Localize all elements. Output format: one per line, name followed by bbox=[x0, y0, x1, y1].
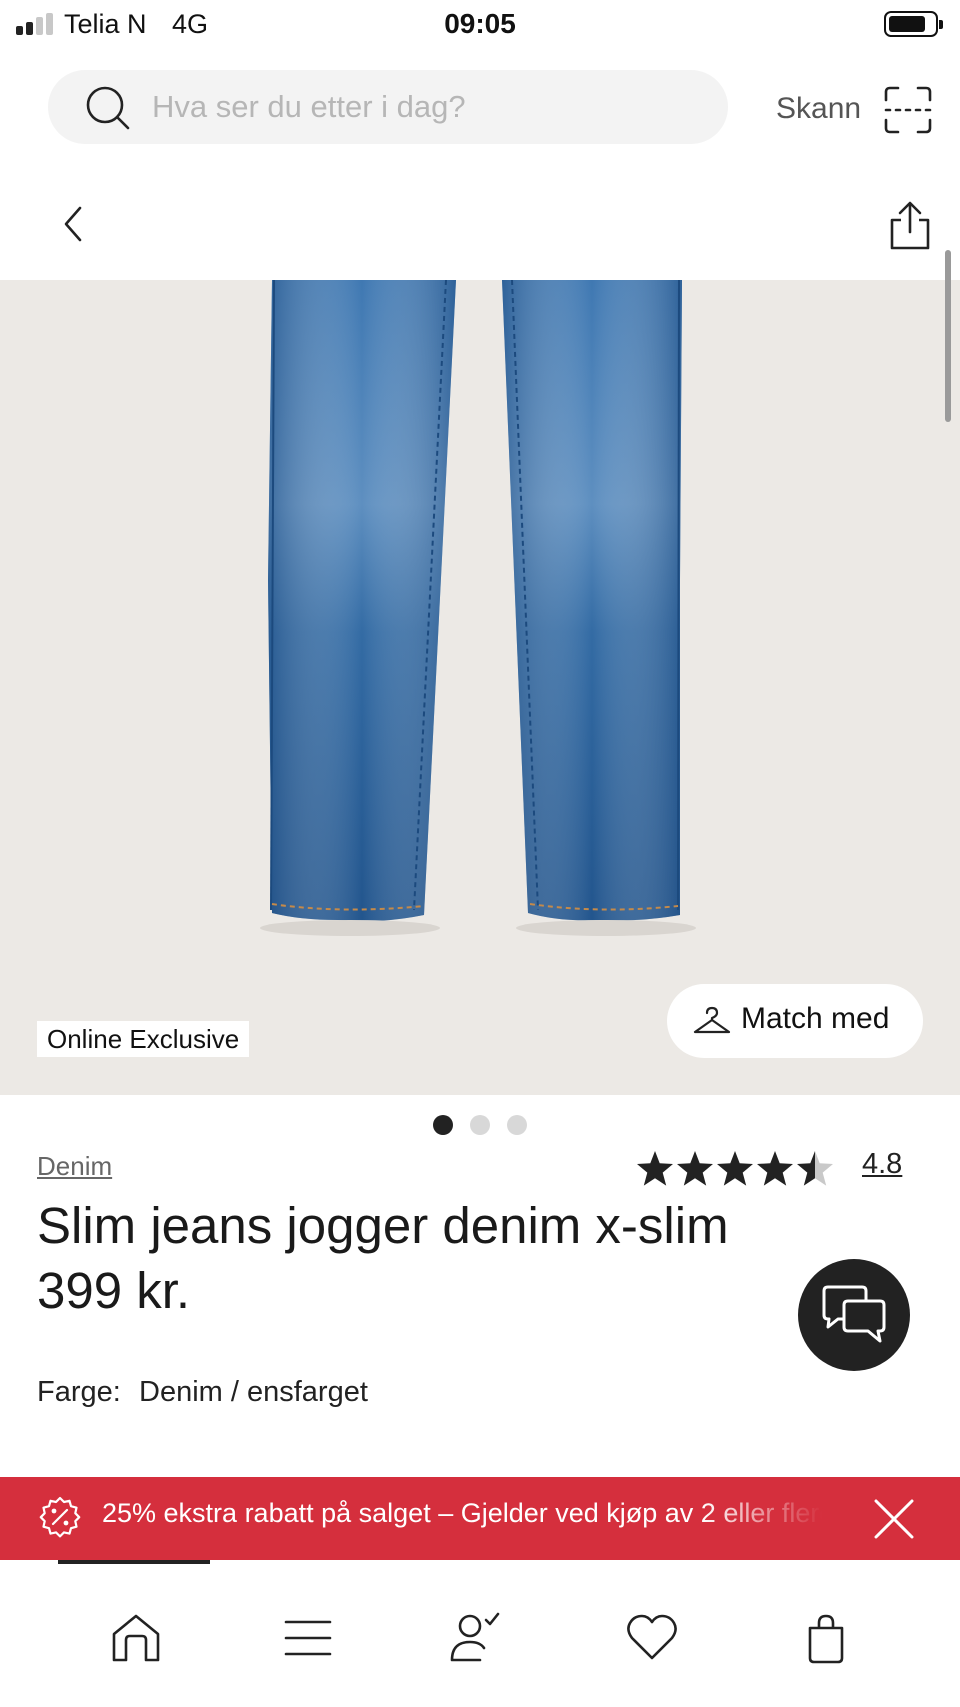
star-icon bbox=[757, 1151, 793, 1186]
close-icon[interactable] bbox=[872, 1497, 916, 1541]
color-value: Denim / ensfarget bbox=[139, 1376, 368, 1408]
category-link[interactable]: Denim bbox=[37, 1151, 112, 1182]
tab-home[interactable] bbox=[108, 1610, 164, 1666]
search-bar[interactable] bbox=[48, 70, 728, 144]
tab-menu[interactable] bbox=[280, 1610, 336, 1666]
tab-cart[interactable] bbox=[798, 1610, 854, 1666]
scan-icon[interactable] bbox=[884, 86, 932, 134]
match-with-label: Match med bbox=[741, 1002, 890, 1035]
carousel-dot[interactable] bbox=[433, 1115, 453, 1135]
back-chevron-icon[interactable] bbox=[54, 200, 94, 248]
menu-icon bbox=[284, 1620, 332, 1656]
star-icon bbox=[637, 1151, 673, 1186]
star-icon bbox=[677, 1151, 713, 1186]
search-icon bbox=[86, 86, 130, 130]
tab-favorites[interactable] bbox=[624, 1610, 680, 1666]
jeans-illustration bbox=[260, 280, 696, 936]
status-bar: Telia N 4G 09:05 bbox=[0, 0, 960, 50]
image-carousel-dots[interactable] bbox=[433, 1115, 533, 1135]
battery-icon bbox=[884, 11, 943, 37]
home-icon bbox=[112, 1614, 160, 1662]
color-label: Farge: bbox=[37, 1376, 121, 1408]
chat-button[interactable] bbox=[798, 1259, 910, 1371]
product-title: Slim jeans jogger denim x-slim bbox=[37, 1197, 729, 1254]
star-icon bbox=[717, 1151, 753, 1186]
hanger-icon bbox=[693, 1006, 731, 1034]
online-exclusive-badge: Online Exclusive bbox=[37, 1021, 250, 1057]
scan-label[interactable]: Skann bbox=[776, 92, 861, 126]
carousel-dot[interactable] bbox=[507, 1115, 527, 1135]
search-input[interactable] bbox=[152, 70, 712, 144]
heart-icon bbox=[627, 1614, 677, 1660]
discount-badge-icon bbox=[39, 1496, 81, 1538]
share-icon[interactable] bbox=[886, 200, 934, 252]
tab-account[interactable] bbox=[446, 1610, 502, 1666]
chat-bubbles-icon bbox=[822, 1285, 886, 1343]
half-star-icon bbox=[797, 1151, 833, 1186]
carousel-dot[interactable] bbox=[470, 1115, 490, 1135]
scroll-indicator[interactable] bbox=[945, 250, 951, 422]
rating-stars[interactable] bbox=[636, 1150, 836, 1188]
bottom-tab-bar bbox=[0, 1564, 960, 1707]
promo-banner[interactable]: 25% ekstra rabatt på salget – Gjelder ve… bbox=[0, 1477, 960, 1560]
rating-value[interactable]: 4.8 bbox=[862, 1148, 902, 1181]
account-icon bbox=[450, 1612, 500, 1662]
product-image[interactable] bbox=[0, 280, 960, 1095]
status-time: 09:05 bbox=[444, 8, 516, 39]
match-with-button[interactable]: Match med bbox=[667, 984, 923, 1058]
bag-icon bbox=[808, 1614, 844, 1664]
product-price: 399 kr. bbox=[37, 1262, 191, 1319]
